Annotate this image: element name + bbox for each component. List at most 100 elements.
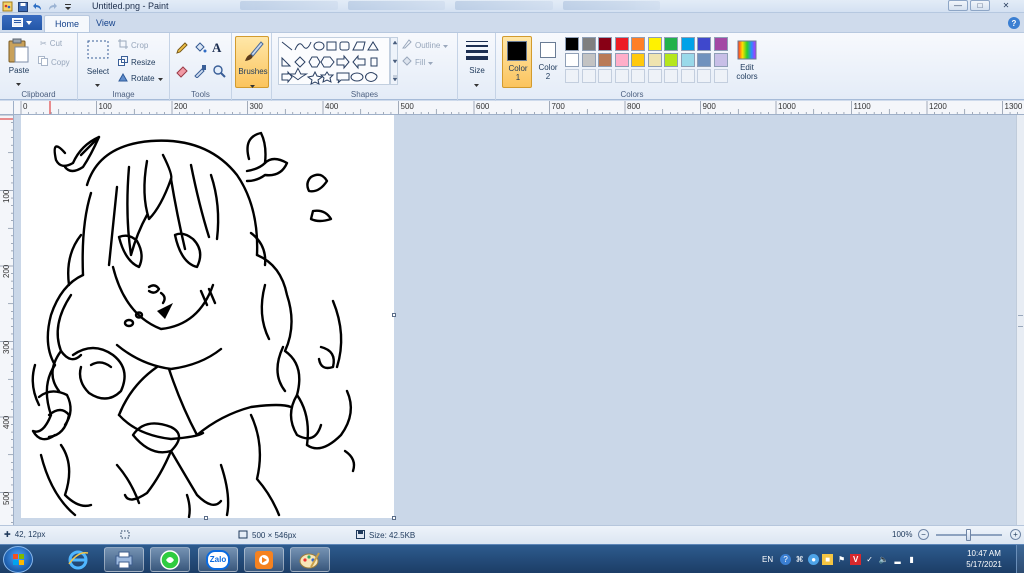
paint-app-icon[interactable]: [2, 1, 13, 12]
clock[interactable]: 10:47 AM 5/17/2021: [960, 548, 1008, 570]
palette-swatch[interactable]: [565, 53, 579, 67]
crop-label: Crop: [131, 40, 149, 50]
update-icon[interactable]: ✓: [864, 554, 875, 565]
canvas-workspace[interactable]: [14, 115, 1016, 525]
taskbar-internet-explorer[interactable]: [58, 547, 98, 572]
scrollbar-grip[interactable]: [1018, 315, 1023, 327]
help-icon[interactable]: ?: [1008, 17, 1020, 29]
palette-swatch[interactable]: [598, 53, 612, 67]
undo-icon[interactable]: [32, 1, 43, 12]
eraser-button[interactable]: [175, 64, 189, 78]
shapes-gallery[interactable]: [278, 37, 390, 85]
palette-swatch[interactable]: [713, 37, 728, 51]
tab-view[interactable]: View: [86, 15, 125, 32]
resize-handle-right[interactable]: [392, 313, 396, 317]
maximize-button[interactable]: □: [970, 0, 990, 11]
palette-swatch[interactable]: [614, 53, 629, 67]
customize-qat-icon[interactable]: [62, 1, 73, 12]
language-indicator[interactable]: EN: [762, 555, 773, 564]
vertical-scrollbar[interactable]: [1016, 115, 1024, 525]
colors-group: Color 1 Color 2 Edit colors Colors: [496, 33, 768, 101]
palette-swatch[interactable]: [697, 37, 711, 51]
palette-swatch[interactable]: [581, 53, 596, 67]
palette-swatch[interactable]: [598, 37, 612, 51]
palette-swatch[interactable]: [647, 53, 662, 67]
minimize-button[interactable]: —: [948, 0, 968, 11]
resize-handle-bottom[interactable]: [204, 516, 208, 520]
taskbar-media-player[interactable]: [244, 547, 284, 572]
zoom-out-button[interactable]: −: [918, 529, 929, 540]
input-settings-icon[interactable]: ⌘: [794, 554, 805, 565]
rotate-icon: [118, 72, 128, 84]
palette-swatch[interactable]: [647, 37, 662, 51]
resize-handle-corner[interactable]: [392, 516, 396, 520]
file-menu-button[interactable]: [2, 15, 42, 30]
signal-icon[interactable]: ▂: [892, 554, 903, 565]
network-alert-icon[interactable]: ⚑: [836, 554, 847, 565]
tab-home[interactable]: Home: [44, 15, 91, 32]
palette-empty-slot[interactable]: [697, 69, 711, 83]
crop-button[interactable]: Crop: [118, 39, 148, 51]
chat-icon[interactable]: ●: [808, 554, 820, 565]
volume-icon[interactable]: 🔈: [878, 554, 889, 565]
color2-button[interactable]: Color 2: [534, 36, 562, 88]
palette-empty-slot[interactable]: [614, 69, 629, 83]
palette-swatch[interactable]: [565, 37, 579, 51]
palette-swatch[interactable]: [631, 53, 645, 67]
drawing-canvas[interactable]: [21, 115, 394, 518]
zoom-in-button[interactable]: +: [1010, 529, 1021, 540]
palette-empty-slot[interactable]: [581, 69, 596, 83]
pencil-button[interactable]: [175, 41, 189, 55]
brushes-button[interactable]: Brushes: [235, 36, 269, 88]
select-button[interactable]: Select: [84, 37, 112, 87]
windows-taskbar: Zalo EN ? ⌘ ● ■ ⚑ V ✓ 🔈 ▂ ▮ 10:47 AM 5/1…: [0, 544, 1024, 573]
taskbar-printer-app[interactable]: [104, 547, 144, 572]
taskbar-green-app[interactable]: [150, 547, 190, 572]
palette-empty-slot[interactable]: [664, 69, 678, 83]
palette-swatch[interactable]: [680, 37, 695, 51]
chevron-down-icon: [474, 79, 479, 89]
palette-swatch[interactable]: [697, 53, 711, 67]
palette-swatch[interactable]: [680, 53, 695, 67]
rotate-button[interactable]: Rotate: [118, 72, 163, 84]
color1-button[interactable]: Color 1: [502, 36, 532, 88]
palette-empty-slot[interactable]: [680, 69, 695, 83]
taskbar-paint[interactable]: [290, 547, 330, 572]
palette-swatch[interactable]: [581, 37, 596, 51]
color-picker-button[interactable]: [193, 64, 207, 79]
app-tray-icon[interactable]: ■: [822, 554, 834, 565]
copy-button[interactable]: Copy: [38, 56, 70, 68]
palette-empty-slot[interactable]: [598, 69, 612, 83]
palette-swatch[interactable]: [631, 37, 645, 51]
show-desktop-button[interactable]: [1016, 545, 1024, 573]
help-tray-icon[interactable]: ?: [780, 554, 792, 565]
ruler-label: 700: [551, 102, 565, 111]
fill-shape-button[interactable]: Fill: [402, 56, 434, 68]
battery-icon[interactable]: ▮: [906, 554, 917, 565]
palette-empty-slot[interactable]: [647, 69, 662, 83]
fill-button[interactable]: [193, 41, 207, 55]
palette-swatch[interactable]: [614, 37, 629, 51]
cut-button[interactable]: ✂ Cut: [40, 39, 62, 48]
save-icon[interactable]: [17, 1, 28, 12]
antivirus-icon[interactable]: V: [850, 554, 862, 565]
magnifier-button[interactable]: [212, 64, 226, 78]
taskbar-zalo[interactable]: Zalo: [198, 547, 238, 572]
palette-empty-slot[interactable]: [565, 69, 579, 83]
palette-empty-slot[interactable]: [713, 69, 728, 83]
shapes-scroll[interactable]: [390, 37, 398, 85]
edit-colors-button[interactable]: Edit colors: [732, 36, 762, 88]
text-tool-button[interactable]: A: [212, 40, 226, 55]
palette-swatch[interactable]: [713, 53, 728, 67]
close-button[interactable]: ✕: [992, 0, 1020, 11]
palette-swatch[interactable]: [664, 37, 678, 51]
size-button[interactable]: Size: [462, 36, 492, 88]
redo-icon[interactable]: [47, 1, 58, 12]
paste-button[interactable]: Paste: [5, 36, 33, 86]
start-button[interactable]: [3, 546, 33, 573]
palette-empty-slot[interactable]: [631, 69, 645, 83]
outline-button[interactable]: Outline: [402, 39, 449, 51]
resize-button[interactable]: Resize: [118, 56, 155, 68]
zoom-slider-thumb[interactable]: [966, 529, 971, 541]
palette-swatch[interactable]: [664, 53, 678, 67]
